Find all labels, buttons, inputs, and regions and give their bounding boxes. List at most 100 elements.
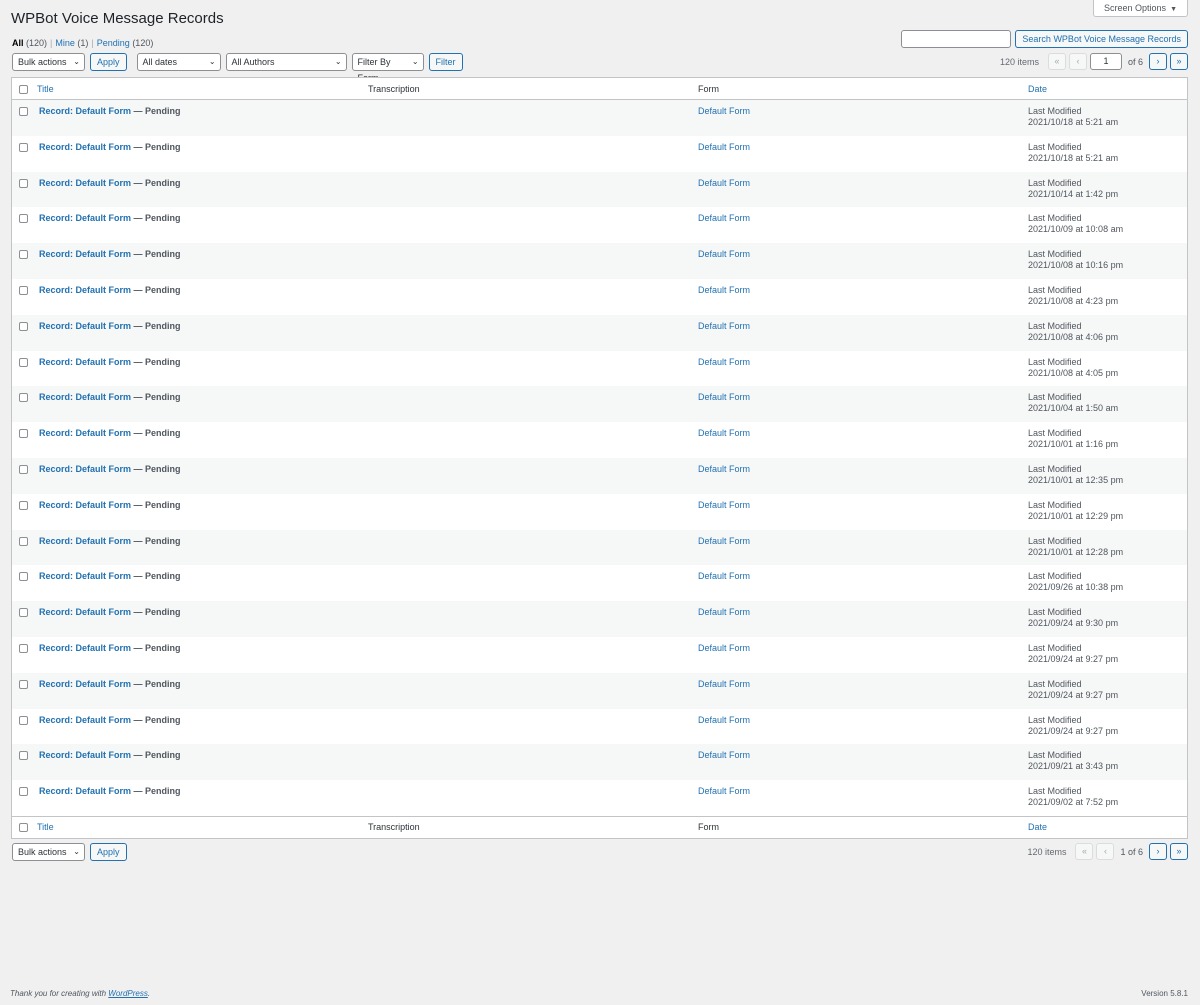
- record-title-link[interactable]: Record: Default Form: [39, 106, 131, 116]
- transcription-cell: [368, 673, 698, 709]
- form-link[interactable]: Default Form: [698, 357, 750, 367]
- form-link[interactable]: Default Form: [698, 142, 750, 152]
- row-checkbox[interactable]: [19, 357, 28, 367]
- record-title-link[interactable]: Record: Default Form: [39, 321, 131, 331]
- row-checkbox[interactable]: [19, 178, 28, 188]
- date-column-sort[interactable]: Date: [1028, 84, 1047, 94]
- filter-button[interactable]: Filter: [428, 53, 463, 71]
- bulk-actions-select-bottom[interactable]: Bulk actions ⌄: [12, 843, 85, 861]
- form-link[interactable]: Default Form: [698, 249, 750, 259]
- post-state: — Pending: [133, 141, 181, 152]
- row-checkbox[interactable]: [19, 643, 28, 653]
- record-title-link[interactable]: Record: Default Form: [39, 750, 131, 760]
- form-link[interactable]: Default Form: [698, 750, 750, 760]
- record-title-link[interactable]: Record: Default Form: [39, 142, 131, 152]
- row-checkbox[interactable]: [19, 500, 28, 510]
- form-link[interactable]: Default Form: [698, 285, 750, 295]
- form-link[interactable]: Default Form: [698, 643, 750, 653]
- form-link[interactable]: Default Form: [698, 106, 750, 116]
- form-link[interactable]: Default Form: [698, 178, 750, 188]
- row-checkbox[interactable]: [19, 250, 28, 260]
- date-label: Last Modified: [1028, 249, 1082, 260]
- row-checkbox[interactable]: [19, 214, 28, 224]
- transcription-cell: [368, 422, 698, 458]
- date-value: 2021/10/01 at 12:35 pm: [1028, 474, 1124, 485]
- row-checkbox[interactable]: [19, 679, 28, 689]
- screen-options-toggle[interactable]: Screen Options ▼: [1093, 0, 1188, 17]
- bulk-actions-select[interactable]: Bulk actions ⌄: [12, 53, 85, 71]
- row-checkbox[interactable]: [19, 787, 28, 797]
- record-title-link[interactable]: Record: Default Form: [39, 464, 131, 474]
- form-link[interactable]: Default Form: [698, 321, 750, 331]
- record-title-link[interactable]: Record: Default Form: [39, 643, 131, 653]
- record-title-link[interactable]: Record: Default Form: [39, 428, 131, 438]
- row-checkbox[interactable]: [19, 536, 28, 546]
- row-checkbox[interactable]: [19, 321, 28, 331]
- prev-page-button: ‹: [1068, 53, 1087, 70]
- view-all-link[interactable]: All (120): [12, 38, 47, 48]
- next-page-button[interactable]: ›: [1149, 53, 1167, 70]
- wordpress-link[interactable]: WordPress: [108, 989, 148, 998]
- apply-button[interactable]: Apply: [90, 53, 127, 71]
- record-title-link[interactable]: Record: Default Form: [39, 178, 131, 188]
- row-checkbox[interactable]: [19, 429, 28, 439]
- form-filter-select[interactable]: Filter By Form⌄: [351, 53, 424, 83]
- form-link[interactable]: Default Form: [698, 428, 750, 438]
- record-title-link[interactable]: Record: Default Form: [39, 607, 131, 617]
- date-column-sort-footer[interactable]: Date: [1028, 822, 1047, 832]
- record-title-link[interactable]: Record: Default Form: [39, 392, 131, 402]
- chevron-down-icon: ⌄: [334, 57, 342, 66]
- row-checkbox[interactable]: [19, 572, 28, 582]
- form-link[interactable]: Default Form: [698, 571, 750, 581]
- title-column-sort[interactable]: Title: [37, 84, 54, 94]
- record-title-link[interactable]: Record: Default Form: [39, 536, 131, 546]
- date-value: 2021/10/01 at 12:28 pm: [1028, 546, 1124, 557]
- form-link[interactable]: Default Form: [698, 536, 750, 546]
- row-checkbox[interactable]: [19, 107, 28, 116]
- last-page-button-bottom[interactable]: »: [1170, 843, 1188, 860]
- form-link[interactable]: Default Form: [698, 715, 750, 725]
- last-page-button[interactable]: »: [1170, 53, 1188, 70]
- select-all-checkbox[interactable]: [19, 84, 28, 94]
- row-checkbox[interactable]: [19, 393, 28, 403]
- view-pending-link[interactable]: Pending: [97, 38, 130, 48]
- record-title-link[interactable]: Record: Default Form: [39, 500, 131, 510]
- row-checkbox[interactable]: [19, 285, 28, 295]
- form-link[interactable]: Default Form: [698, 464, 750, 474]
- footer-version: Version 5.8.1: [1141, 989, 1188, 998]
- record-title-link[interactable]: Record: Default Form: [39, 571, 131, 581]
- prev-page-button-bottom: ‹: [1096, 843, 1115, 860]
- record-title-link[interactable]: Record: Default Form: [39, 357, 131, 367]
- row-checkbox[interactable]: [19, 464, 28, 474]
- dates-select[interactable]: All dates ⌄: [136, 53, 221, 71]
- form-link[interactable]: Default Form: [698, 679, 750, 689]
- authors-select[interactable]: All Authors ⌄: [225, 53, 347, 71]
- title-column-sort-footer[interactable]: Title: [37, 822, 54, 832]
- post-state: — Pending: [133, 213, 181, 224]
- transcription-cell: [368, 494, 698, 530]
- record-title-link[interactable]: Record: Default Form: [39, 715, 131, 725]
- record-title-link[interactable]: Record: Default Form: [39, 213, 131, 223]
- row-checkbox[interactable]: [19, 142, 28, 152]
- form-link[interactable]: Default Form: [698, 392, 750, 402]
- form-link[interactable]: Default Form: [698, 500, 750, 510]
- next-page-button-bottom[interactable]: ›: [1149, 843, 1167, 860]
- search-input[interactable]: [901, 30, 1012, 48]
- view-mine-link[interactable]: Mine: [55, 38, 75, 48]
- row-checkbox[interactable]: [19, 751, 28, 761]
- record-title-link[interactable]: Record: Default Form: [39, 679, 131, 689]
- date-label: Last Modified: [1028, 428, 1082, 439]
- search-button[interactable]: Search WPBot Voice Message Records: [1015, 30, 1188, 48]
- form-link[interactable]: Default Form: [698, 213, 750, 223]
- current-page-input[interactable]: 1: [1089, 53, 1122, 70]
- record-title-link[interactable]: Record: Default Form: [39, 285, 131, 295]
- form-link[interactable]: Default Form: [698, 607, 750, 617]
- form-link[interactable]: Default Form: [698, 786, 750, 796]
- select-all-checkbox-footer[interactable]: [19, 823, 28, 833]
- record-title-link[interactable]: Record: Default Form: [39, 249, 131, 259]
- record-title-link[interactable]: Record: Default Form: [39, 786, 131, 796]
- date-label: Last Modified: [1028, 607, 1082, 618]
- row-checkbox[interactable]: [19, 715, 28, 725]
- apply-button-bottom[interactable]: Apply: [90, 843, 127, 861]
- row-checkbox[interactable]: [19, 608, 28, 618]
